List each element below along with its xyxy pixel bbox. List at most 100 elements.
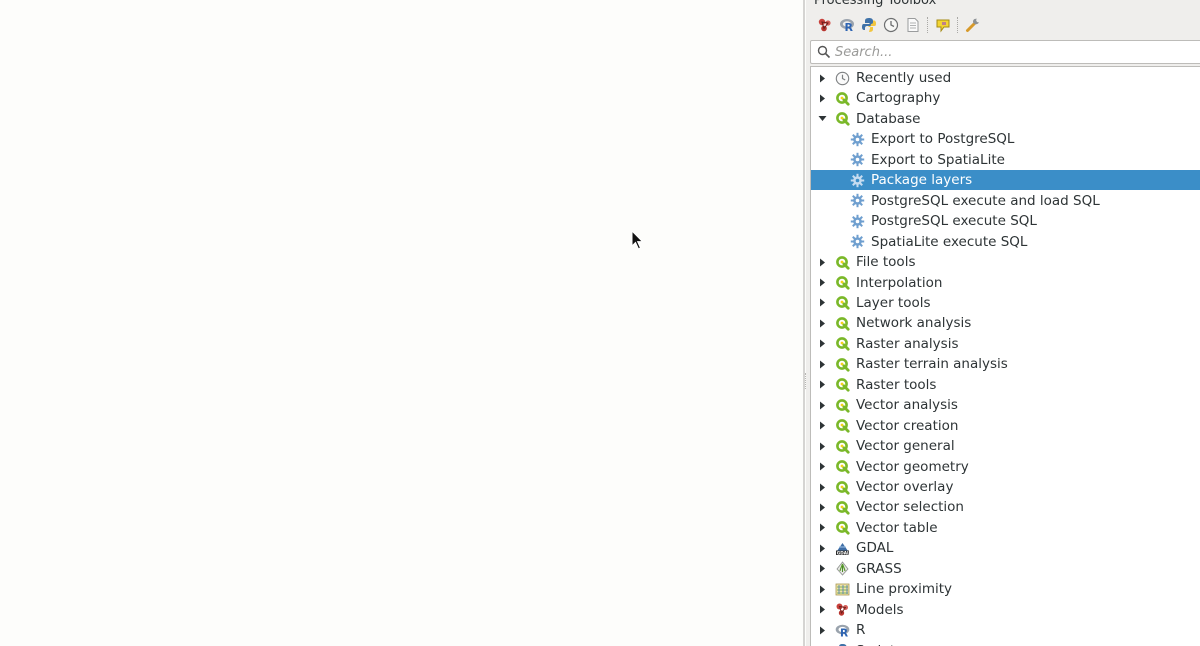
- models-button[interactable]: [814, 14, 836, 36]
- tree-group-item[interactable]: Interpolation: [811, 273, 1200, 293]
- tree-item-label: Vector general: [856, 438, 955, 455]
- algorithm-gear-icon: [850, 132, 865, 147]
- qgis-icon: [835, 398, 850, 413]
- tree-item-label: Layer tools: [856, 294, 931, 311]
- search-icon: [817, 45, 831, 59]
- results-viewer-button[interactable]: [902, 14, 924, 36]
- collapsed-arrow-icon[interactable]: [817, 400, 827, 410]
- options-button[interactable]: [962, 14, 984, 36]
- algorithm-tree[interactable]: Recently used Cartography Database Export t…: [810, 66, 1200, 646]
- gdal-icon: GDAL: [835, 541, 850, 556]
- collapsed-arrow-icon[interactable]: [817, 257, 827, 267]
- tree-group-item[interactable]: GRASS: [811, 559, 1200, 579]
- collapsed-arrow-icon[interactable]: [817, 605, 827, 615]
- tree-algorithm-item[interactable]: Package layers: [811, 170, 1200, 191]
- r-scripts-button[interactable]: R: [836, 14, 858, 36]
- qgis-icon: [835, 91, 850, 106]
- tree-group-item[interactable]: Layer tools: [811, 293, 1200, 313]
- algorithm-gear-icon: [850, 193, 865, 208]
- qgis-icon: [835, 336, 850, 351]
- tree-group-item[interactable]: Vector general: [811, 436, 1200, 456]
- tree-group-item[interactable]: Cartography: [811, 88, 1200, 108]
- collapsed-arrow-icon[interactable]: [817, 564, 827, 574]
- options-icon: [966, 18, 979, 32]
- tree-item-label: SpatiaLite execute SQL: [871, 233, 1028, 250]
- panel-splitter[interactable]: [803, 0, 805, 646]
- qgis-icon: [835, 275, 850, 290]
- tree-group-item[interactable]: RR: [811, 620, 1200, 640]
- collapsed-arrow-icon[interactable]: [817, 73, 827, 83]
- python-scripts-button[interactable]: [858, 14, 880, 36]
- collapsed-arrow-icon[interactable]: [817, 359, 827, 369]
- collapsed-arrow-icon[interactable]: [817, 421, 827, 431]
- tree-algorithm-item[interactable]: Export to PostgreSQL: [811, 129, 1200, 149]
- tree-algorithm-item[interactable]: PostgreSQL execute SQL: [811, 211, 1200, 231]
- tree-group-item[interactable]: Vector analysis: [811, 395, 1200, 415]
- toolbar-separator: [927, 17, 929, 33]
- svg-text:R: R: [840, 627, 848, 637]
- toolbar-separator: [957, 17, 959, 33]
- tree-group-item[interactable]: Vector selection: [811, 497, 1200, 517]
- tree-item-label: File tools: [856, 254, 916, 271]
- tree-item-label: Database: [856, 110, 921, 127]
- qgis-icon: [835, 111, 850, 126]
- tree-group-item[interactable]: Raster terrain analysis: [811, 354, 1200, 374]
- tree-group-item[interactable]: GDAL GDAL: [811, 538, 1200, 558]
- tree-group-item[interactable]: Vector geometry: [811, 457, 1200, 477]
- r-scripts-icon: R: [840, 19, 854, 33]
- tree-algorithm-item[interactable]: SpatiaLite execute SQL: [811, 232, 1200, 252]
- svg-text:R: R: [845, 21, 854, 33]
- map-canvas[interactable]: [0, 0, 803, 646]
- mouse-cursor-icon: [631, 230, 644, 250]
- tree-item-label: Network analysis: [856, 315, 972, 332]
- tree-item-label: Vector selection: [856, 499, 964, 516]
- tree-group-item[interactable]: Raster tools: [811, 375, 1200, 395]
- collapsed-arrow-icon[interactable]: [817, 298, 827, 308]
- collapsed-arrow-icon[interactable]: [817, 380, 827, 390]
- tree-group-item[interactable]: Database: [811, 109, 1200, 129]
- collapsed-arrow-icon[interactable]: [817, 625, 827, 635]
- tree-item-label: Raster analysis: [856, 335, 959, 352]
- tree-item-label: R: [856, 622, 866, 639]
- tree-group-item[interactable]: Vector creation: [811, 416, 1200, 436]
- collapsed-arrow-icon[interactable]: [817, 584, 827, 594]
- collapsed-arrow-icon[interactable]: [817, 441, 827, 451]
- collapsed-arrow-icon[interactable]: [817, 318, 827, 328]
- algorithm-gear-icon: [850, 173, 865, 188]
- qgis-icon: [835, 295, 850, 311]
- collapsed-arrow-icon[interactable]: [817, 482, 827, 492]
- processing-toolbox-panel: Processing Toolbox R Search... Recently …: [806, 0, 1200, 646]
- tree-group-item[interactable]: Line proximity: [811, 579, 1200, 599]
- collapsed-arrow-icon[interactable]: [817, 502, 827, 512]
- qgis-icon: [835, 418, 850, 433]
- collapsed-arrow-icon[interactable]: [817, 462, 827, 472]
- qgis-icon: [835, 480, 850, 495]
- tree-group-item[interactable]: File tools: [811, 252, 1200, 272]
- qgis-icon: [835, 255, 850, 270]
- algorithm-gear-icon: [850, 214, 865, 229]
- search-box[interactable]: [810, 40, 1200, 64]
- search-input[interactable]: [835, 42, 1195, 62]
- tree-group-item[interactable]: Vector overlay: [811, 477, 1200, 497]
- tree-item-label: Vector geometry: [856, 458, 969, 475]
- collapsed-arrow-icon[interactable]: [817, 523, 827, 533]
- collapsed-arrow-icon[interactable]: [817, 93, 827, 103]
- tree-group-item[interactable]: Models: [811, 600, 1200, 620]
- models-icon: [835, 602, 850, 617]
- collapsed-arrow-icon[interactable]: [817, 278, 827, 288]
- expanded-arrow-icon[interactable]: [817, 114, 827, 124]
- tree-group-item[interactable]: Recently used: [811, 68, 1200, 88]
- collapsed-arrow-icon[interactable]: [817, 339, 827, 349]
- algorithm-gear-icon: [850, 152, 865, 167]
- tree-group-item[interactable]: Raster analysis: [811, 334, 1200, 354]
- tree-group-item[interactable]: Network analysis: [811, 313, 1200, 333]
- tree-item-label: Recently used: [856, 70, 952, 86]
- edit-features-in-place-button[interactable]: [932, 14, 954, 36]
- tree-group-item[interactable]: Vector table: [811, 518, 1200, 538]
- tree-algorithm-item[interactable]: Export to SpatiaLite: [811, 150, 1200, 170]
- collapsed-arrow-icon[interactable]: [817, 543, 827, 553]
- tree-algorithm-item[interactable]: PostgreSQL execute and load SQL: [811, 191, 1200, 211]
- tree-group-item[interactable]: Scripts: [811, 641, 1200, 646]
- history-button[interactable]: [880, 14, 902, 36]
- tree-item-label: Line proximity: [856, 581, 953, 598]
